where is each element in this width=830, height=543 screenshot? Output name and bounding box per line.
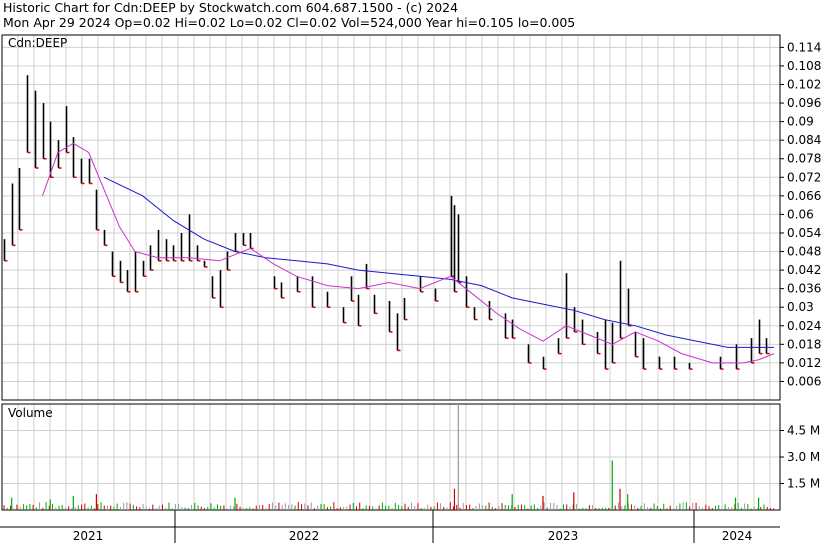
price-tick-label: 0.114	[787, 40, 821, 54]
price-tick-label: 0.108	[787, 59, 821, 73]
price-tick-label: 0.084	[787, 133, 821, 147]
price-tick-label: 0.03	[787, 300, 814, 314]
price-tick-label: 0.048	[787, 245, 821, 259]
price-tick-label: 0.078	[787, 152, 821, 166]
year-label: 2024	[722, 529, 753, 543]
price-tick-label: 0.036	[787, 282, 821, 296]
price-tick-label: 0.012	[787, 356, 821, 370]
price-tick-label: 0.096	[787, 96, 821, 110]
stock-chart: 0.114 0.108 0.102 0.096 0.09 0.084 0.078 0.072 0…	[0, 34, 821, 543]
year-axis: 2021 2022 2023 2024	[0, 510, 780, 543]
price-panel-title: Cdn:DEEP	[8, 36, 67, 50]
price-tick-label: 0.066	[787, 189, 821, 203]
price-tick-label: 0.024	[787, 319, 821, 333]
moving-average-short-line	[42, 142, 775, 364]
year-label: 2021	[73, 529, 104, 543]
price-tick-label: 0.018	[787, 337, 821, 351]
price-tick-label: 0.054	[787, 226, 821, 240]
price-tick-label: 0.072	[787, 170, 821, 184]
volume-tick-label: 4.5 M	[787, 424, 820, 438]
price-frame	[1, 34, 781, 401]
year-label: 2023	[548, 529, 579, 543]
year-label: 2022	[289, 529, 320, 543]
volume-tick-label: 3.0 M	[787, 450, 820, 464]
price-tick-label: 0.06	[787, 207, 814, 221]
price-panel: 0.114 0.108 0.102 0.096 0.09 0.084 0.078 0.072 0…	[1, 34, 821, 401]
price-tick-label: 0.09	[787, 115, 814, 129]
volume-panel: 4.5 M 3.0 M 1.5 M Volume	[1, 403, 820, 511]
price-tick-label: 0.042	[787, 263, 821, 277]
volume-tick-label: 1.5 M	[787, 477, 820, 491]
volume-panel-title: Volume	[8, 406, 53, 420]
price-tick-label: 0.006	[787, 374, 821, 388]
price-tick-label: 0.102	[787, 77, 821, 91]
